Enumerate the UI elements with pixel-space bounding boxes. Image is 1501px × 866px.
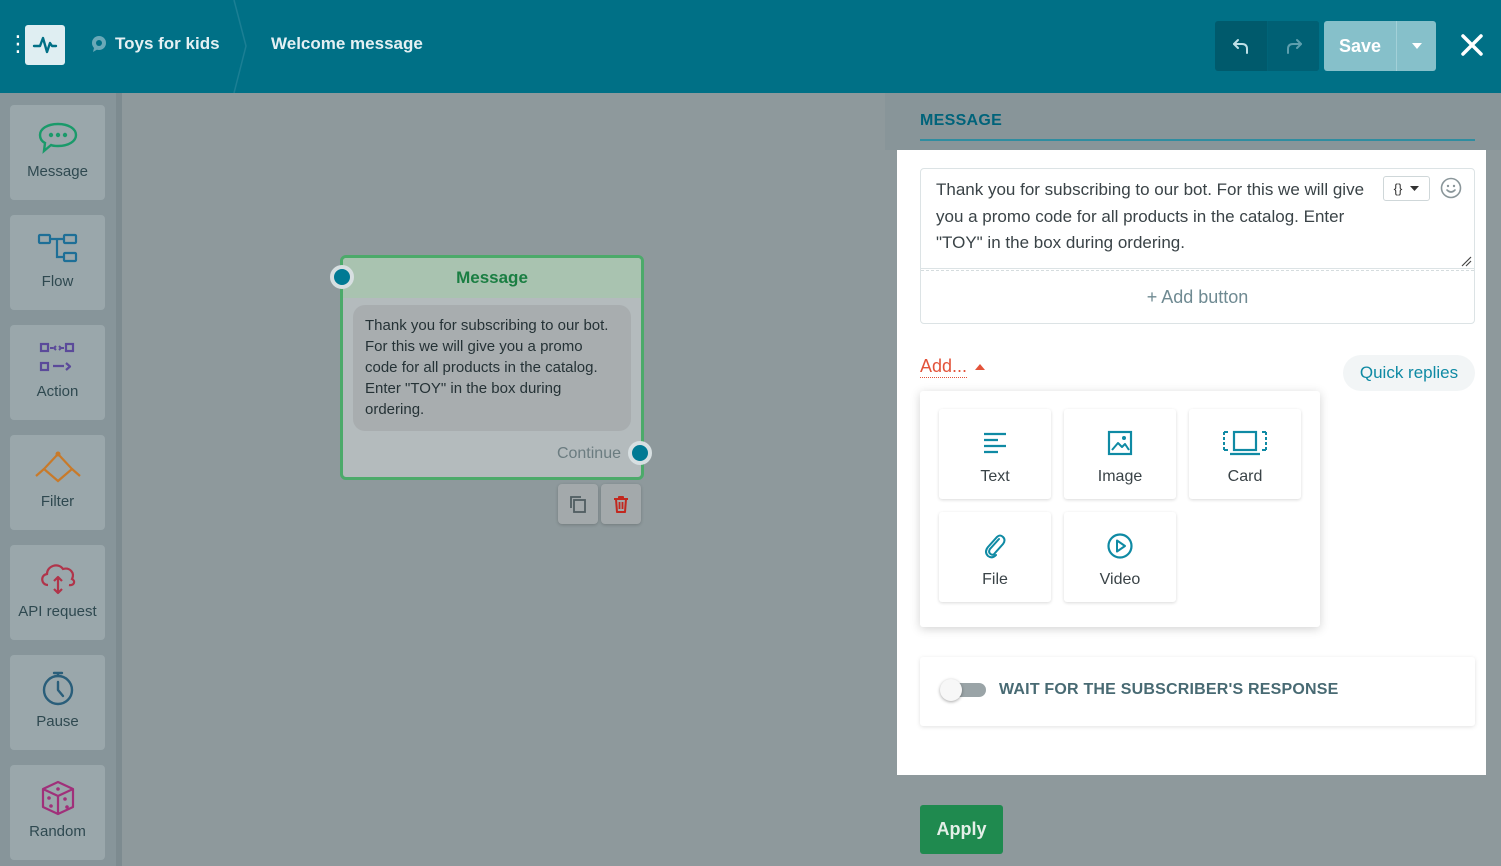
tool-pause[interactable]: Pause	[10, 655, 105, 750]
cloud-icon	[36, 559, 80, 597]
resize-handle-icon[interactable]	[1460, 255, 1472, 267]
save-options-button[interactable]	[1396, 21, 1436, 71]
add-text-option[interactable]: Text	[939, 409, 1051, 499]
trash-icon	[614, 496, 628, 513]
caret-up-icon	[975, 363, 986, 370]
history-controls	[1215, 21, 1319, 71]
option-label: Card	[1227, 468, 1263, 485]
tool-action[interactable]: Action	[10, 325, 105, 420]
step-title: Welcome message	[271, 34, 423, 53]
message-textarea[interactable]: Thank you for subscribing to our bot. Fo…	[936, 177, 1378, 257]
node-input-port[interactable]	[330, 265, 354, 289]
node-continue-label: Continue	[556, 445, 621, 462]
add-video-option[interactable]: Video	[1064, 512, 1176, 602]
undo-icon	[1233, 39, 1248, 54]
wait-response-label: WAIT FOR THE SUBSCRIBER'S RESPONSE	[999, 681, 1339, 698]
add-button-link[interactable]: + Add button	[921, 270, 1474, 323]
play-circle-icon	[1106, 530, 1134, 562]
bot-name: Toys for kids	[115, 34, 220, 53]
panel-title: MESSAGE	[920, 112, 1003, 129]
apply-button[interactable]: Apply	[920, 805, 1003, 854]
action-icon	[36, 339, 80, 377]
panel-title-underline	[920, 139, 1475, 141]
dice-icon	[38, 779, 78, 817]
editor-divider	[921, 268, 1474, 269]
caret-down-icon	[1411, 43, 1422, 49]
add-image-option[interactable]: Image	[1064, 409, 1176, 499]
toggle-knob	[940, 679, 962, 701]
tool-label: API request	[18, 603, 97, 620]
option-label: Video	[1099, 571, 1141, 588]
chat-bubble-icon	[36, 119, 80, 157]
save-button[interactable]: Save	[1324, 21, 1396, 71]
filter-icon	[34, 449, 82, 487]
tool-message[interactable]: Message	[10, 105, 105, 200]
delete-node-button[interactable]	[601, 484, 641, 524]
stopwatch-icon	[38, 669, 78, 707]
tool-random[interactable]: Random	[10, 765, 105, 860]
paperclip-icon	[982, 530, 1008, 562]
add-file-option[interactable]: File	[939, 512, 1051, 602]
bot-chat-icon	[92, 36, 106, 52]
insert-variable-button[interactable]: {}	[1383, 176, 1430, 201]
add-content-label: Add...	[920, 356, 968, 378]
add-content-dropdown: Text Image Card File Video	[920, 391, 1320, 627]
option-label: Image	[1097, 468, 1143, 485]
tool-label: Random	[29, 823, 86, 840]
image-icon	[1107, 427, 1133, 459]
node-message-text: Thank you for subscribing to our bot. Fo…	[353, 305, 631, 431]
tool-label: Message	[27, 163, 88, 180]
top-bar: ⋮ Toys for kids Welcome message Save	[0, 0, 1501, 93]
tool-label: Action	[36, 383, 79, 400]
option-label: File	[982, 571, 1008, 588]
tool-label: Flow	[41, 273, 74, 290]
redo-button[interactable]	[1267, 21, 1319, 71]
braces-icon: {}	[1393, 181, 1403, 196]
tool-flow[interactable]: Flow	[10, 215, 105, 310]
emoji-icon[interactable]	[1440, 177, 1462, 199]
bot-breadcrumb[interactable]: Toys for kids	[90, 34, 220, 54]
text-lines-icon	[982, 427, 1008, 459]
undo-button[interactable]	[1215, 21, 1267, 71]
wait-response-toggle[interactable]	[940, 679, 986, 701]
copy-icon	[570, 496, 586, 513]
redo-icon	[1286, 39, 1302, 54]
flow-icon	[36, 229, 80, 267]
breadcrumb-separator	[233, 0, 247, 93]
close-button[interactable]	[1458, 30, 1486, 60]
tool-filter[interactable]: Filter	[10, 435, 105, 530]
node-output-port[interactable]	[628, 441, 652, 465]
tool-label: Filter	[40, 493, 75, 510]
add-content-toggle[interactable]: Add...	[920, 355, 986, 378]
add-card-option[interactable]: Card	[1189, 409, 1301, 499]
tool-label: Pause	[36, 713, 79, 730]
duplicate-node-button[interactable]	[558, 484, 598, 524]
node-title: Message	[343, 258, 641, 298]
message-node[interactable]: Message Thank you for subscribing to our…	[340, 255, 644, 480]
close-icon	[1461, 34, 1483, 56]
save-group: Save	[1324, 21, 1436, 71]
card-icon	[1222, 427, 1268, 459]
app-logo-icon[interactable]	[25, 25, 65, 65]
caret-down-icon	[1410, 186, 1420, 191]
quick-replies-button[interactable]: Quick replies	[1343, 355, 1475, 391]
tool-api-request[interactable]: API request	[10, 545, 105, 640]
option-label: Text	[980, 468, 1010, 485]
